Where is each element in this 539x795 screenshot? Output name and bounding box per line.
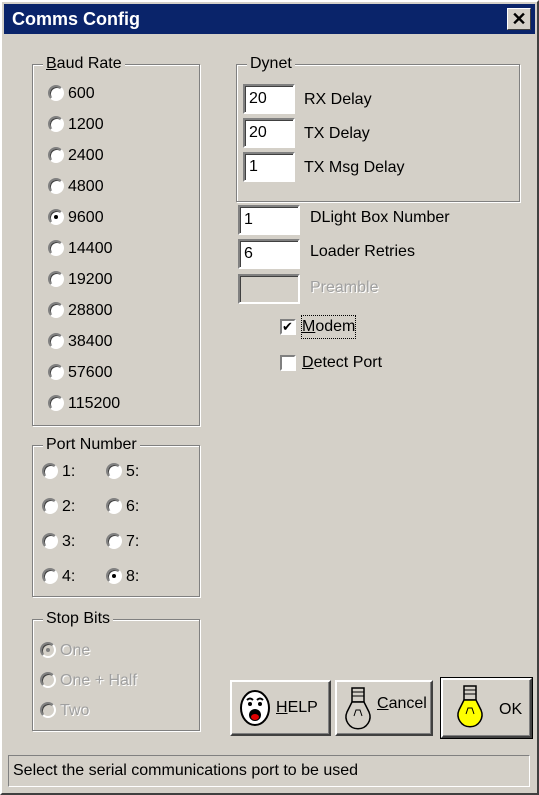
window-title: Comms Config bbox=[12, 9, 140, 29]
status-bar: Select the serial communications port to… bbox=[8, 755, 530, 787]
radio-label: 4: bbox=[62, 568, 76, 585]
radio-label: 8: bbox=[126, 568, 140, 585]
radio-label: 5: bbox=[126, 463, 140, 480]
radio-dot[interactable] bbox=[48, 178, 64, 194]
radio-dot[interactable] bbox=[42, 498, 58, 514]
radio-dot[interactable] bbox=[48, 209, 64, 225]
ok-label: OK bbox=[499, 701, 523, 718]
radio-dot[interactable] bbox=[106, 568, 122, 584]
radio-dot[interactable] bbox=[48, 116, 64, 132]
detect-port-label: Detect Port bbox=[302, 354, 383, 371]
close-icon: ✕ bbox=[511, 9, 527, 29]
radio-label: 6: bbox=[126, 498, 140, 515]
cancel-button[interactable]: Cancel bbox=[335, 680, 433, 736]
radio-dot[interactable] bbox=[106, 533, 122, 549]
radio-dot bbox=[40, 642, 56, 658]
radio-dot[interactable] bbox=[48, 240, 64, 256]
dlight-box-number-label: DLight Box Number bbox=[310, 209, 450, 226]
rx-delay-label: RX Delay bbox=[304, 91, 372, 108]
tx-delay-input[interactable]: 20 bbox=[243, 118, 295, 148]
radio-label: 1: bbox=[62, 463, 76, 480]
stop-bits-legend: Stop Bits bbox=[43, 609, 114, 629]
loader-retries-input[interactable]: 6 bbox=[238, 239, 300, 269]
baud-rate-legend: Baud Rate bbox=[43, 54, 125, 74]
radio-label: Two bbox=[60, 702, 90, 719]
title-bar[interactable]: Comms Config ✕ bbox=[4, 4, 535, 34]
close-button[interactable]: ✕ bbox=[507, 8, 531, 30]
lit-bulb-icon bbox=[457, 685, 483, 728]
detect-port-check-box[interactable] bbox=[280, 355, 296, 371]
radio-label: One + Half bbox=[60, 672, 137, 689]
radio-label: 115200 bbox=[68, 395, 121, 412]
tx-delay-label: TX Delay bbox=[304, 125, 370, 142]
preamble-label: Preamble bbox=[310, 279, 379, 296]
loader-retries-label: Loader Retries bbox=[310, 243, 415, 260]
unlit-bulb-icon bbox=[345, 687, 371, 730]
port-number-legend: Port Number bbox=[43, 435, 140, 455]
rx-delay-input[interactable]: 20 bbox=[243, 84, 295, 114]
help-label: HELP bbox=[276, 699, 318, 716]
radio-dot[interactable] bbox=[48, 85, 64, 101]
dlight-box-number-input[interactable]: 1 bbox=[238, 205, 300, 235]
modem-label: Modem bbox=[300, 315, 357, 339]
radio-label: 1200 bbox=[68, 116, 104, 133]
radio-dot[interactable] bbox=[42, 568, 58, 584]
preamble-input bbox=[238, 274, 300, 304]
radio-label: 3: bbox=[62, 533, 76, 550]
help-button[interactable]: HELP bbox=[230, 680, 331, 736]
radio-dot[interactable] bbox=[106, 498, 122, 514]
radio-dot[interactable] bbox=[48, 364, 64, 380]
radio-label: 7: bbox=[126, 533, 140, 550]
baud-rate-legend-rest: aud Rate bbox=[56, 55, 122, 72]
radio-label: 2: bbox=[62, 498, 76, 515]
radio-dot bbox=[40, 672, 56, 688]
radio-label: 38400 bbox=[68, 333, 113, 350]
radio-label: 9600 bbox=[68, 209, 104, 226]
dynet-legend: Dynet bbox=[247, 54, 295, 74]
cancel-label: Cancel bbox=[377, 695, 427, 712]
face-icon bbox=[240, 690, 270, 726]
comms-config-dialog: Comms Config ✕ Baud Rate 600 1200 2400 4800… bbox=[0, 0, 539, 795]
radio-dot[interactable] bbox=[42, 533, 58, 549]
radio-dot[interactable] bbox=[48, 333, 64, 349]
radio-label: 14400 bbox=[68, 240, 113, 257]
radio-label: 28800 bbox=[68, 302, 113, 319]
radio-dot[interactable] bbox=[48, 395, 64, 411]
radio-label: 2400 bbox=[68, 147, 104, 164]
radio-dot[interactable] bbox=[106, 463, 122, 479]
modem-check-box[interactable] bbox=[280, 317, 296, 339]
radio-dot bbox=[40, 702, 56, 718]
ok-button[interactable]: OK bbox=[440, 677, 533, 739]
radio-label: 19200 bbox=[68, 271, 113, 288]
tx-msg-delay-input[interactable]: 1 bbox=[243, 152, 295, 182]
radio-label: 600 bbox=[68, 85, 95, 102]
radio-dot[interactable] bbox=[42, 463, 58, 479]
radio-dot[interactable] bbox=[48, 147, 64, 163]
tx-msg-delay-label: TX Msg Delay bbox=[304, 159, 405, 176]
radio-dot[interactable] bbox=[48, 302, 64, 318]
radio-label: One bbox=[60, 642, 91, 659]
radio-dot[interactable] bbox=[48, 271, 64, 287]
radio-label: 4800 bbox=[68, 178, 104, 195]
radio-label: 57600 bbox=[68, 364, 113, 381]
